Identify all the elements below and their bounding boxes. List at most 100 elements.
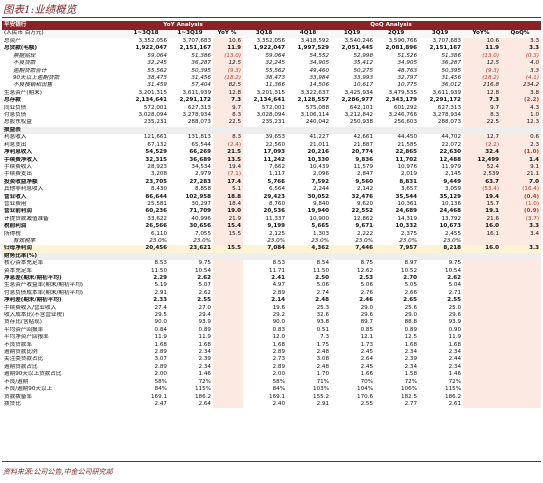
col-header: 2Q19 [375, 30, 420, 38]
table-cell [213, 363, 244, 372]
table-cell: 2,455 [445, 230, 462, 237]
table-cell [125, 126, 169, 135]
table-cell [213, 126, 244, 135]
table-cell: 22,560 [265, 141, 286, 148]
table-cell: 12.5 [213, 60, 244, 68]
table-cell: 2.62 [447, 275, 462, 281]
table-cell: 9,199 [267, 223, 286, 230]
row-label: 贷存比(含贴现) [4, 319, 42, 326]
col-header: 3Q19 [419, 30, 464, 38]
table-cell: 59,064 [147, 52, 167, 59]
table-cell: 19,940 [307, 208, 330, 215]
table-cell: 29.2 [272, 312, 286, 319]
table-cell [463, 282, 502, 290]
table-cell: 4.97 [272, 282, 286, 289]
table-cell: 54,552 [309, 52, 330, 59]
table-cell: 16.0 [463, 223, 502, 231]
row-label: 生息资产(期末) [4, 89, 42, 96]
table-cell [463, 400, 502, 409]
table-cell: 12.62 [357, 267, 374, 274]
table-cell: (1.0) [501, 149, 542, 157]
table-cell: 3,208 [150, 171, 167, 178]
table-cell [463, 237, 502, 246]
table-cell: 11.9 [198, 334, 211, 341]
table-cell: 2,096 [313, 171, 330, 178]
table-cell: 10.6 [213, 38, 244, 46]
table-row: 不良/逾期 58% 72% 58% 71% 70% 72% 72% [2, 378, 542, 387]
table-cell: 5.1 [213, 186, 244, 194]
table-cell: (13.0) [213, 52, 244, 61]
table-cell: 12.5 [404, 334, 418, 341]
table-cell: 2,244 [313, 186, 330, 193]
table-cell [463, 267, 502, 275]
table-cell: 575,088 [305, 104, 330, 111]
table-cell: 21.1 [501, 171, 542, 179]
table-cell: 54,529 [145, 149, 167, 156]
table-cell [419, 126, 464, 135]
table-cell: 22,552 [351, 208, 374, 215]
table-cell: 0.51 [316, 326, 330, 333]
table-cell: 2.55 [360, 400, 374, 407]
table-cell: 13.5 [213, 156, 244, 164]
col-header: YoY% [463, 30, 502, 38]
column-header-row: (人民币 百万元) 1~3Q18 1~3Q19 YoY % 3Q18 4Q18 … [2, 30, 542, 38]
row-label: 损益表 [2, 126, 125, 135]
performance-table: 平安银行 YoY Analysis QoQ Analysis (人民币 百万元)… [2, 21, 542, 409]
table-cell: 2,051,445 [341, 45, 374, 52]
table-cell: 20,774 [351, 149, 374, 156]
table-cell [463, 393, 502, 401]
table-cell: 42,661 [353, 134, 374, 141]
row-label: 手续费净收入 [4, 156, 38, 163]
table-cell: 38,473 [147, 75, 167, 82]
table-row: 总贷款(毛额) 1,922,047 2,151,167 11.9 1,922,047 1,… [2, 45, 542, 53]
table-cell: (2.2) [501, 97, 542, 105]
table-cell: 59,064 [265, 52, 286, 59]
table-cell: 10,330 [307, 156, 330, 163]
table-cell: 34,905 [309, 60, 330, 67]
table-cell: 2.41 [271, 275, 286, 281]
table-cell [213, 400, 244, 409]
table-row: 不良贷款 32,245 36,287 12.5 32,245 34,905 35,412 34… [2, 60, 542, 68]
table-cell [501, 289, 542, 298]
row-label: 平均资产回报率 [4, 326, 44, 333]
table-cell: 89.7 [360, 319, 374, 326]
table-cell: 2.73 [272, 356, 286, 363]
table-cell: 82.5 [213, 82, 244, 90]
table-row: 不良贷款率 1.68 1.68 1.68 1.75 1.73 1.68 1.68 [2, 341, 542, 350]
table-cell [463, 349, 502, 357]
table-cell: 10,673 [439, 223, 462, 230]
table-cell [463, 334, 502, 342]
row-label: 净息差(期末/期初平均) [4, 275, 62, 281]
table-cell: 182.5 [401, 393, 418, 400]
table-cell: 7,957 [375, 245, 420, 253]
table-cell: 14,506 [309, 82, 330, 89]
table-cell: 22.5 [213, 119, 244, 127]
row-label: 不良贷款率 [4, 341, 32, 348]
table-cell: 2.89 [272, 349, 286, 356]
table-cell: (1.0) [501, 200, 542, 209]
table-cell: 11,702 [395, 156, 418, 163]
table-cell [213, 386, 244, 394]
table-cell: 2.39 [404, 356, 418, 363]
table-cell: 3,590,766 [388, 38, 418, 44]
table-cell: 57,404 [191, 82, 211, 89]
table-cell: 104% [357, 386, 374, 393]
row-label: 归母净利润 [2, 245, 125, 253]
table-cell: 288,073 [187, 119, 211, 126]
table-cell: 9,840 [313, 200, 330, 207]
table-cell: 44,702 [441, 134, 462, 141]
row-label: 逾期90天以上贷款占比 [4, 371, 62, 378]
table-cell: 28,923 [147, 163, 167, 170]
table-cell: 72% [404, 378, 418, 385]
row-label: 手续费支出 [4, 171, 32, 178]
source-note: 资料来源:公司公告,中金公司研究部 [3, 468, 113, 476]
table-cell: 0.89 [404, 326, 418, 333]
table-cell [463, 252, 502, 261]
table-cell: 7.3 [320, 334, 330, 341]
table-cell: 88.8 [404, 319, 418, 326]
table-cell: 12.7 [463, 134, 502, 142]
table-row: 付息负债成本率(期末/期初平均) 2.91 2.62 2.89 2.74 2.76 2.66… [2, 289, 542, 298]
table-row: 逾期贷款合计 55,562 50,395 (9.3) 55,562 49,460 50,27… [2, 67, 542, 76]
table-cell: 1.75 [316, 341, 330, 348]
row-label: 同业负债 [4, 104, 27, 111]
